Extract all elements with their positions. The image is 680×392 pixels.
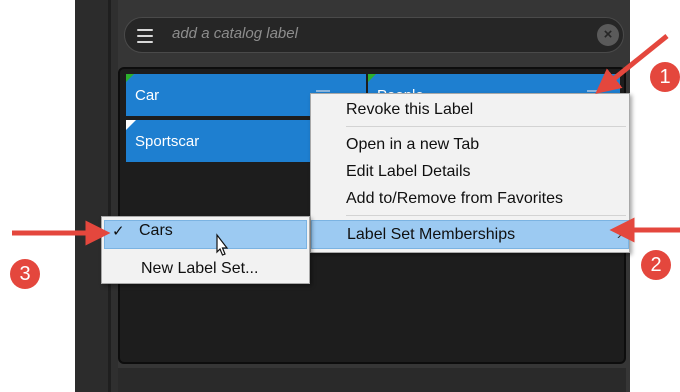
submenu-item-cars-label[interactable]: Cars	[139, 221, 173, 241]
app-main-gutter	[111, 0, 118, 392]
annotation-badge-3: 3	[10, 259, 40, 289]
submenu-item-cars[interactable]	[104, 220, 307, 249]
label-tile-sportscar[interactable]: Sportscar	[126, 120, 310, 162]
checkmark-icon: ✓	[112, 223, 125, 240]
clear-search-icon[interactable]: ×	[597, 24, 619, 46]
annotation-badge-1: 1	[650, 62, 680, 92]
menu-item-open-new-tab[interactable]: Open in a new Tab	[311, 131, 629, 158]
submenu-chevron-icon: ›	[617, 226, 622, 242]
menu-item-revoke-label[interactable]: Revoke this Label	[311, 96, 629, 123]
menu-separator	[346, 215, 626, 216]
annotation-badge-2: 2	[641, 250, 671, 280]
menu-separator	[346, 126, 626, 127]
favorite-marker-icon	[368, 74, 376, 82]
hamburger-menu-icon[interactable]	[137, 29, 153, 43]
label-set-submenu: ✓ Cars New Label Set...	[101, 216, 310, 284]
menu-item-toggle-favorites[interactable]: Add to/Remove from Favorites	[311, 185, 629, 212]
favorite-marker-icon	[126, 74, 134, 82]
submenu-item-new-label-set[interactable]: New Label Set...	[141, 259, 258, 279]
menu-item-label-set-memberships[interactable]: Label Set Memberships	[311, 220, 629, 249]
mouse-cursor-icon	[216, 233, 229, 256]
bottom-panel	[118, 368, 626, 392]
label-context-menu: Revoke this Label Open in a new Tab Edit…	[310, 93, 630, 253]
app-left-bar	[75, 0, 111, 392]
search-input[interactable]: add a catalog label	[172, 24, 298, 44]
menu-item-edit-label-details[interactable]: Edit Label Details	[311, 158, 629, 185]
label-corner-marker-icon	[126, 120, 136, 130]
